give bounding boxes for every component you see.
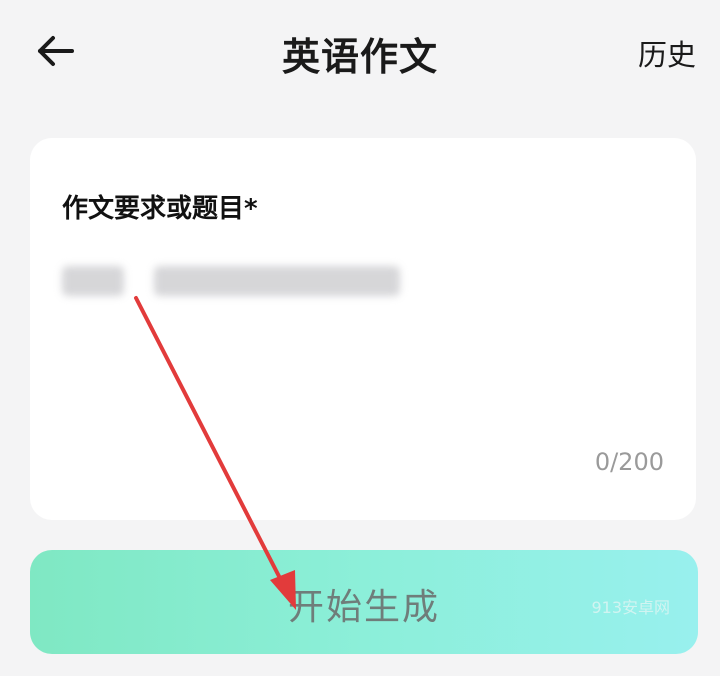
start-generate-button[interactable]: 开始生成 913安卓网 xyxy=(30,550,698,654)
top-bar: 英语作文 历史 xyxy=(0,0,720,110)
required-mark: * xyxy=(244,194,258,224)
topic-textarea[interactable] xyxy=(62,258,622,298)
page-title: 英语作文 xyxy=(281,35,438,79)
history-button[interactable]: 历史 xyxy=(638,32,696,74)
input-card: 作文要求或题目* 0/200 xyxy=(30,138,696,520)
essay-page: 英语作文 历史 作文要求或题目* 0/200 开始生成 913安卓网 xyxy=(0,0,720,676)
blurred-placeholder-part-1 xyxy=(62,266,124,296)
blurred-placeholder-part-2 xyxy=(154,266,400,296)
field-label-text: 作文要求或题目 xyxy=(62,194,245,224)
watermark: 913安卓网 xyxy=(591,598,670,617)
field-label: 作文要求或题目* xyxy=(62,188,258,225)
char-counter: 0/200 xyxy=(594,448,664,476)
